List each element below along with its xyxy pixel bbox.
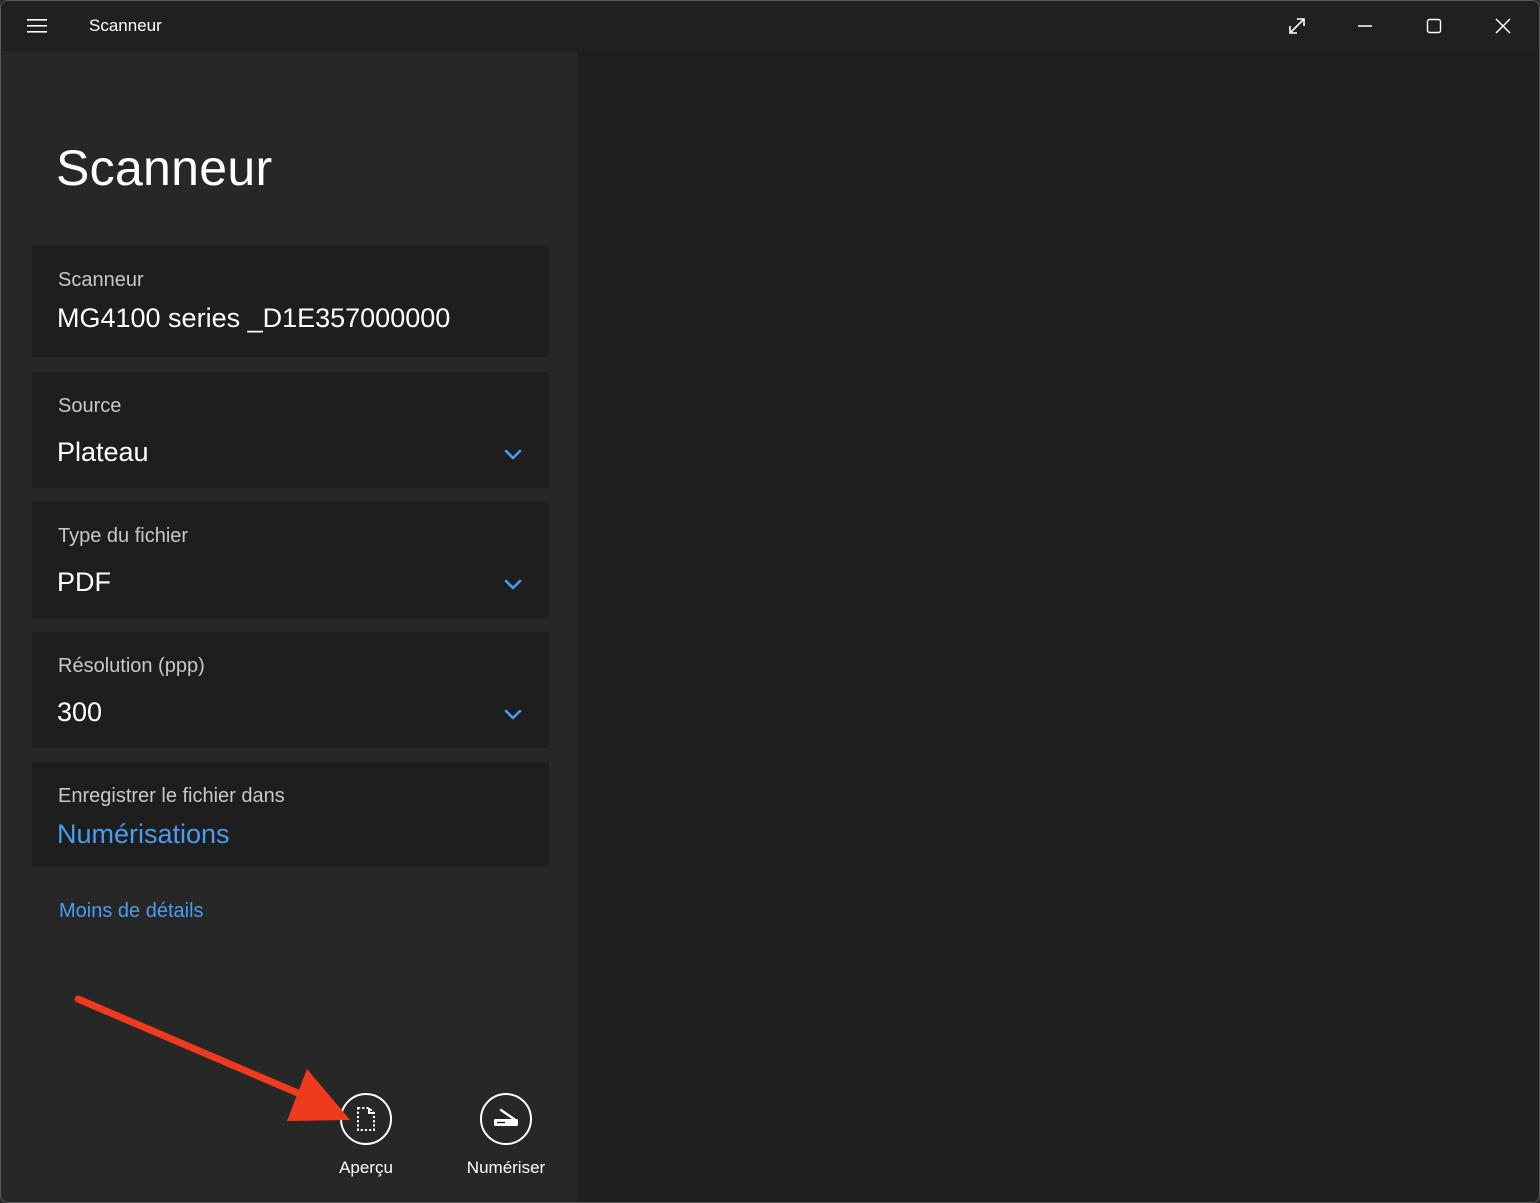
save-location-link[interactable]: Numérisations (57, 819, 230, 850)
save-location-card: Enregistrer le fichier dans Numérisation… (32, 762, 549, 866)
chevron-down-icon (504, 449, 522, 460)
maximize-icon[interactable] (1411, 9, 1457, 43)
chevron-down-icon (504, 709, 522, 720)
file-type-dropdown[interactable]: Type du fichier PDF (32, 502, 549, 618)
title-bar: Scanneur (1, 1, 1539, 51)
scanner-icon (480, 1093, 532, 1145)
close-icon[interactable] (1480, 9, 1526, 43)
preview-label: Aperçu (339, 1158, 393, 1177)
source-dropdown[interactable]: Source Plateau (32, 372, 549, 488)
page-title: Scanneur (56, 140, 273, 196)
scan-label: Numériser (466, 1158, 546, 1177)
resolution-dropdown[interactable]: Résolution (ppp) 300 (32, 632, 549, 748)
preview-page-icon (340, 1093, 392, 1145)
hamburger-menu-icon[interactable] (25, 15, 49, 37)
file-type-label: Type du fichier (58, 525, 189, 547)
fullscreen-expand-icon[interactable] (1274, 9, 1320, 43)
fewer-details-link[interactable]: Moins de détails (59, 900, 204, 923)
source-value: Plateau (57, 437, 149, 467)
scanner-label: Scanneur (58, 269, 144, 291)
settings-panel: Scanneur Scanneur MG4100 series _D1E3570… (1, 51, 577, 1202)
scan-preview-area (577, 51, 1539, 1202)
scanner-app-window: Scanneur Scanneur Scanneur MG4100 series… (0, 0, 1540, 1203)
preview-button[interactable]: Aperçu (326, 1093, 406, 1178)
scanner-card: Scanneur MG4100 series _D1E357000000 (32, 246, 549, 357)
save-location-label: Enregistrer le fichier dans (58, 785, 285, 807)
source-label: Source (58, 395, 122, 417)
scan-button[interactable]: Numériser (461, 1093, 551, 1178)
resolution-label: Résolution (ppp) (58, 655, 205, 677)
chevron-down-icon (504, 579, 522, 590)
window-title: Scanneur (89, 16, 162, 35)
minimize-icon[interactable] (1342, 9, 1388, 43)
file-type-value: PDF (57, 567, 111, 597)
scanner-value: MG4100 series _D1E357000000 (57, 303, 451, 333)
resolution-value: 300 (57, 697, 103, 727)
